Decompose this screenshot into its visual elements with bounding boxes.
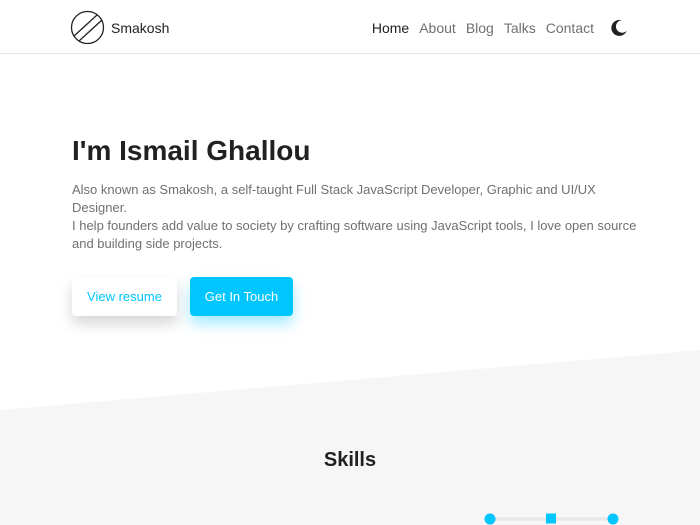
brand-name: Smakosh: [111, 19, 170, 36]
nav-blog-link[interactable]: Blog: [466, 18, 494, 38]
hero-actions: View resume Get In Touch: [72, 277, 642, 316]
hero-description: Also known as Smakosh, a self-taught Ful…: [72, 181, 642, 253]
hero-section: I'm Ismail Ghallou Also known as Smakosh…: [72, 133, 642, 316]
nav-about-link[interactable]: About: [419, 18, 456, 38]
view-resume-button[interactable]: View resume: [72, 277, 177, 316]
hero-title: I'm Ismail Ghallou: [72, 135, 311, 166]
get-in-touch-button[interactable]: Get In Touch: [190, 277, 293, 316]
moon-icon[interactable]: [610, 19, 628, 37]
hero-line-2: I help founders add value to society by …: [72, 218, 637, 251]
nav-talks-link[interactable]: Talks: [504, 18, 536, 38]
timeline-decoration: [484, 513, 619, 525]
hero-line-1: Also known as Smakosh, a self-taught Ful…: [72, 182, 596, 215]
site-header: Smakosh Home About Blog Talks Contact: [0, 0, 700, 54]
skills-title: Skills: [323, 449, 377, 471]
main-nav: Home About Blog Talks Contact: [362, 18, 628, 38]
brand-link[interactable]: Smakosh: [70, 10, 169, 45]
nav-home-link[interactable]: Home: [372, 18, 409, 38]
skills-section-background: [0, 350, 700, 525]
logo-icon: [70, 10, 105, 45]
nav-contact-link[interactable]: Contact: [546, 18, 594, 38]
